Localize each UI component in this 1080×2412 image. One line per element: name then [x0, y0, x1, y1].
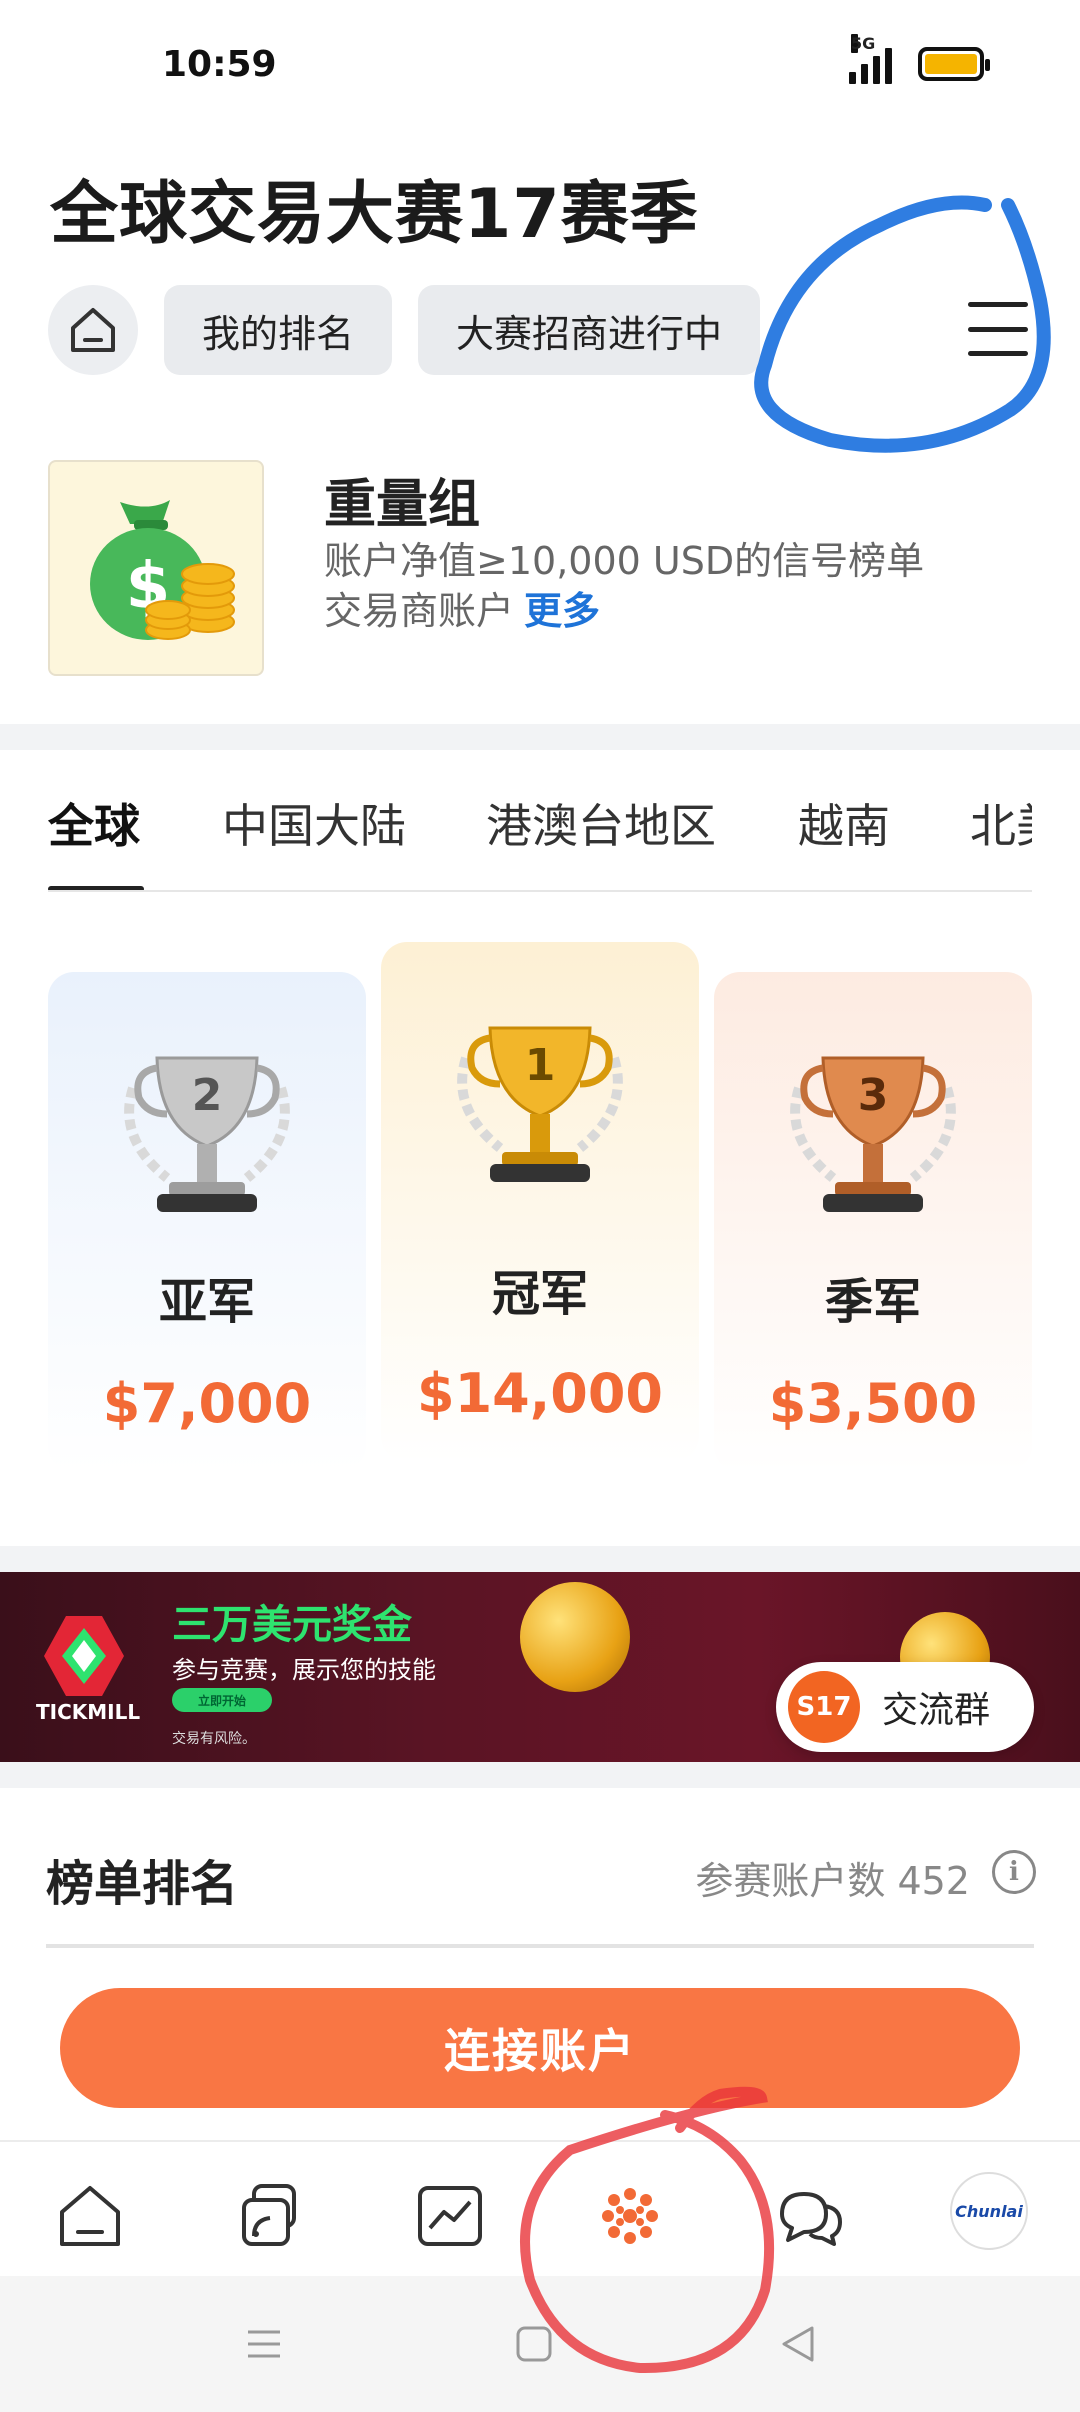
community-group-label: 交流群 [882, 1690, 991, 1731]
bronze-trophy-icon: 3 [790, 1056, 956, 1212]
header-toolbar: 我的排名 大赛招商进行中 [48, 284, 1040, 376]
podium-card-third[interactable]: 3 季军 $3,500 [714, 972, 1032, 1472]
section-divider [0, 1546, 1080, 1572]
ranking-title: 榜单排名 [46, 1856, 239, 1912]
status-time: 10:59 [162, 44, 277, 85]
gold-trophy-icon: 1 [457, 1026, 623, 1182]
recruit-button[interactable]: 大赛招商进行中 [418, 285, 761, 375]
tab-global[interactable]: 全球 [48, 790, 140, 856]
page-title: 全球交易大赛17赛季 [50, 175, 699, 254]
brand-name: TICKMILL [36, 1700, 141, 1724]
nav-feed-icon[interactable] [234, 2180, 306, 2252]
connect-account-button[interactable]: 连接账户 [60, 1988, 1020, 2108]
banner-subtitle: 参与竞赛，展示您的技能 [172, 1656, 436, 1684]
rank-number: 3 [858, 1070, 889, 1121]
group-description-text: 账户净值≥10,000 USD的信号榜单交易商账户 [324, 539, 925, 633]
podium-card-second[interactable]: 2 亚军 $7,000 [48, 972, 366, 1472]
home-system-icon[interactable] [514, 2324, 554, 2364]
prize-amount: $3,500 [768, 1372, 978, 1435]
status-bar: 10:59 5G [0, 0, 1080, 140]
nav-chat-icon[interactable] [774, 2180, 846, 2252]
risk-note: 交易有风险。 [172, 1731, 256, 1747]
community-group-button[interactable]: S17 交流群 [776, 1662, 1034, 1752]
prize-amount: $14,000 [417, 1362, 663, 1425]
nav-contest-icon[interactable] [594, 2180, 666, 2252]
participant-count: 参赛账户数 452 [695, 1859, 970, 1903]
rank-label: 季军 [824, 1274, 921, 1330]
prize-amount: $7,000 [102, 1372, 312, 1435]
tab-north-america[interactable]: 北美 [970, 790, 1032, 856]
tabs-baseline [48, 890, 1032, 892]
tickmill-logo-icon [44, 1616, 124, 1696]
network-type: 5G [851, 34, 876, 53]
silver-trophy-icon: 2 [124, 1056, 290, 1212]
section-divider [0, 724, 1080, 750]
rank-number: 1 [525, 1040, 556, 1091]
system-navigation-bar [0, 2276, 1080, 2412]
tab-vietnam[interactable]: 越南 [798, 790, 890, 856]
avatar[interactable]: Chunlai [950, 2172, 1028, 2250]
nav-chart-icon[interactable] [414, 2180, 486, 2252]
tab-mainland-china[interactable]: 中国大陆 [222, 790, 406, 856]
back-icon[interactable] [778, 2324, 818, 2364]
coin-decoration [520, 1582, 630, 1692]
menu-icon[interactable] [968, 302, 1028, 356]
info-icon[interactable]: i [992, 1850, 1036, 1894]
rank-label: 冠军 [491, 1266, 588, 1322]
bottom-navigation: Chunlai [0, 2140, 1080, 2276]
banner-title: 三万美元奖金 [172, 1602, 412, 1648]
signal-icon: 5G [849, 34, 892, 84]
recent-apps-icon[interactable] [244, 2324, 284, 2364]
region-tabs: 全球 中国大陆 港澳台地区 越南 北美 [48, 780, 1032, 892]
rank-number: 2 [192, 1070, 223, 1121]
nav-home-icon[interactable] [54, 2180, 126, 2252]
group-description: 账户净值≥10,000 USD的信号榜单交易商账户 更多 [324, 536, 944, 636]
tab-hk-macau-taiwan[interactable]: 港澳台地区 [486, 790, 716, 856]
group-name: 重量组 [324, 475, 481, 535]
home-button[interactable] [48, 285, 138, 375]
rank-label: 亚军 [158, 1274, 255, 1330]
home-icon [71, 308, 115, 352]
more-link[interactable]: 更多 [524, 589, 600, 633]
banner-cta-button[interactable]: 立即开始 [172, 1688, 272, 1712]
s17-badge: S17 [788, 1671, 860, 1743]
status-icons: 5G [849, 34, 990, 84]
promo-banner[interactable]: TICKMILL 三万美元奖金 参与竞赛，展示您的技能 立即开始 交易有风险。 … [0, 1572, 1080, 1762]
my-rank-button[interactable]: 我的排名 [164, 285, 393, 375]
podium-card-first[interactable]: 1 冠军 $14,000 [381, 942, 699, 1462]
section-divider [0, 1762, 1080, 1788]
ranking-separator [46, 1944, 1034, 1948]
money-bag-icon: $ [48, 460, 264, 676]
battery-icon [918, 47, 990, 81]
